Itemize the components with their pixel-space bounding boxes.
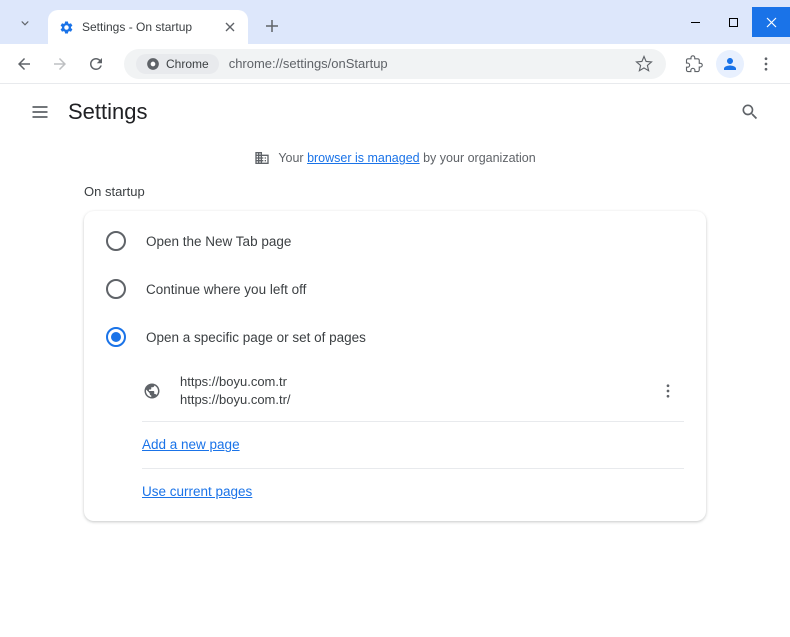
- maximize-button[interactable]: [714, 7, 752, 37]
- settings-content: On startup Open the New Tab page Continu…: [0, 184, 790, 521]
- bookmark-button[interactable]: [634, 54, 654, 74]
- managed-suffix: by your organization: [423, 151, 536, 165]
- chrome-icon: [146, 57, 160, 71]
- chrome-menu-button[interactable]: [750, 48, 782, 80]
- hamburger-icon: [30, 102, 50, 122]
- managed-prefix: Your: [278, 151, 303, 165]
- new-tab-button[interactable]: [258, 12, 286, 40]
- option-label: Open the New Tab page: [146, 234, 291, 249]
- building-icon: [254, 150, 270, 166]
- option-specific-pages[interactable]: Open a specific page or set of pages: [84, 313, 706, 361]
- option-new-tab[interactable]: Open the New Tab page: [84, 217, 706, 265]
- option-continue[interactable]: Continue where you left off: [84, 265, 706, 313]
- extensions-button[interactable]: [678, 48, 710, 80]
- close-icon: [766, 17, 777, 28]
- window-titlebar: Settings - On startup: [0, 0, 790, 44]
- managed-link[interactable]: browser is managed: [307, 151, 420, 165]
- startup-card: Open the New Tab page Continue where you…: [84, 211, 706, 521]
- option-label: Continue where you left off: [146, 282, 306, 297]
- option-label: Open a specific page or set of pages: [146, 330, 366, 345]
- settings-gear-icon: [58, 19, 74, 35]
- browser-tab[interactable]: Settings - On startup: [48, 10, 248, 44]
- managed-banner: Your browser is managed by your organiza…: [0, 140, 790, 184]
- maximize-icon: [728, 17, 739, 28]
- arrow-left-icon: [15, 55, 33, 73]
- star-icon: [635, 55, 653, 73]
- window-controls: [676, 0, 790, 44]
- forward-button[interactable]: [44, 48, 76, 80]
- close-icon: [225, 22, 235, 32]
- tab-title: Settings - On startup: [82, 20, 222, 34]
- site-chip-label: Chrome: [166, 57, 209, 71]
- tab-search-dropdown[interactable]: [8, 6, 42, 40]
- reload-button[interactable]: [80, 48, 112, 80]
- browser-toolbar: Chrome chrome://settings/onStartup: [0, 44, 790, 84]
- page-entry-url: https://boyu.com.tr/: [180, 391, 652, 409]
- minimize-icon: [690, 17, 701, 28]
- radio-icon-selected: [106, 327, 126, 347]
- address-bar[interactable]: Chrome chrome://settings/onStartup: [124, 49, 666, 79]
- reload-icon: [87, 55, 105, 73]
- avatar-icon: [716, 50, 744, 78]
- settings-menu-button[interactable]: [20, 92, 60, 132]
- back-button[interactable]: [8, 48, 40, 80]
- chevron-down-icon: [18, 16, 32, 30]
- tab-close-button[interactable]: [222, 19, 238, 35]
- profile-button[interactable]: [714, 48, 746, 80]
- radio-icon: [106, 279, 126, 299]
- section-label: On startup: [84, 184, 706, 199]
- settings-search-button[interactable]: [730, 92, 770, 132]
- settings-header: Settings: [0, 84, 790, 140]
- dots-vertical-icon: [757, 55, 775, 73]
- arrow-right-icon: [51, 55, 69, 73]
- site-chip[interactable]: Chrome: [136, 54, 219, 74]
- page-more-button[interactable]: [652, 375, 684, 407]
- page-info: https://boyu.com.tr https://boyu.com.tr/: [180, 373, 652, 409]
- search-icon: [740, 102, 760, 122]
- puzzle-icon: [685, 55, 703, 73]
- use-current-link[interactable]: Use current pages: [142, 484, 252, 499]
- plus-icon: [265, 19, 279, 33]
- page-entry-title: https://boyu.com.tr: [180, 373, 652, 391]
- window-close-button[interactable]: [752, 7, 790, 37]
- globe-icon: [142, 381, 162, 401]
- page-title: Settings: [68, 99, 148, 125]
- dots-vertical-icon: [659, 382, 677, 400]
- minimize-button[interactable]: [676, 7, 714, 37]
- url-text: chrome://settings/onStartup: [229, 56, 634, 71]
- startup-page-row: https://boyu.com.tr https://boyu.com.tr/: [84, 361, 706, 421]
- add-page-link[interactable]: Add a new page: [142, 437, 240, 452]
- radio-icon: [106, 231, 126, 251]
- add-page-row: Add a new page: [84, 422, 706, 468]
- use-current-row: Use current pages: [84, 469, 706, 515]
